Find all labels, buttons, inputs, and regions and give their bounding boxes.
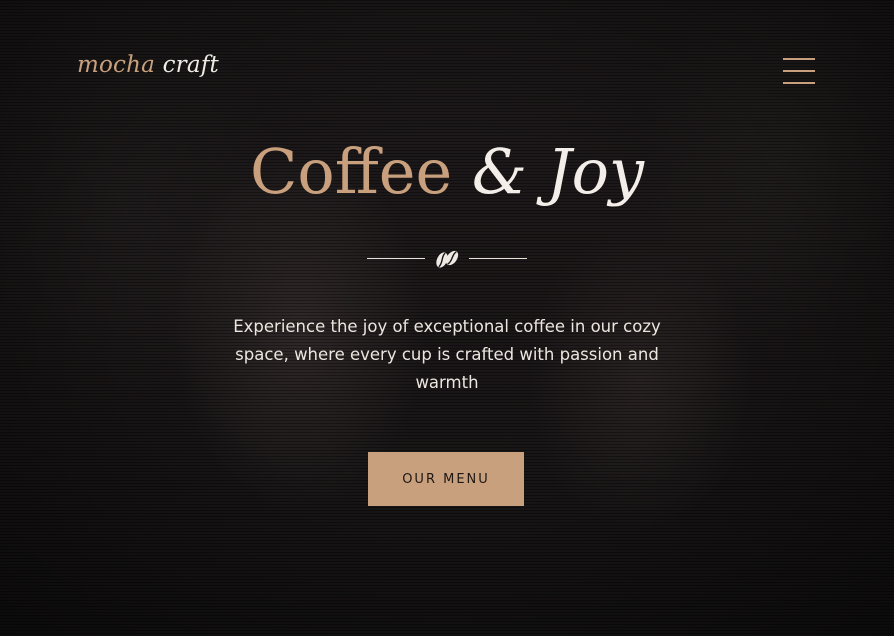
menu-bar-middle (783, 70, 815, 72)
divider-line-left (367, 258, 425, 259)
brand-logo[interactable]: mocha craft (77, 52, 219, 78)
menu-bar-bottom (783, 82, 815, 84)
coffee-bean-icon (436, 250, 459, 268)
hero-section: mocha craft Coffee & Joy Experience the … (0, 0, 894, 636)
title-divider (367, 247, 527, 271)
hero-tagline: Experience the joy of exceptional coffee… (233, 317, 661, 392)
divider-line-right (469, 258, 527, 259)
hero-title-accent: Coffee (249, 135, 453, 208)
our-menu-button[interactable]: OUR MENU (368, 452, 524, 506)
hamburger-menu-icon[interactable] (783, 58, 815, 84)
menu-bar-top (783, 58, 815, 60)
brand-word-craft: craft (162, 52, 219, 78)
hero-title: Coffee & Joy (0, 132, 894, 212)
brand-word-mocha: mocha (77, 52, 156, 78)
hero-title-rest: & Joy (471, 135, 645, 208)
